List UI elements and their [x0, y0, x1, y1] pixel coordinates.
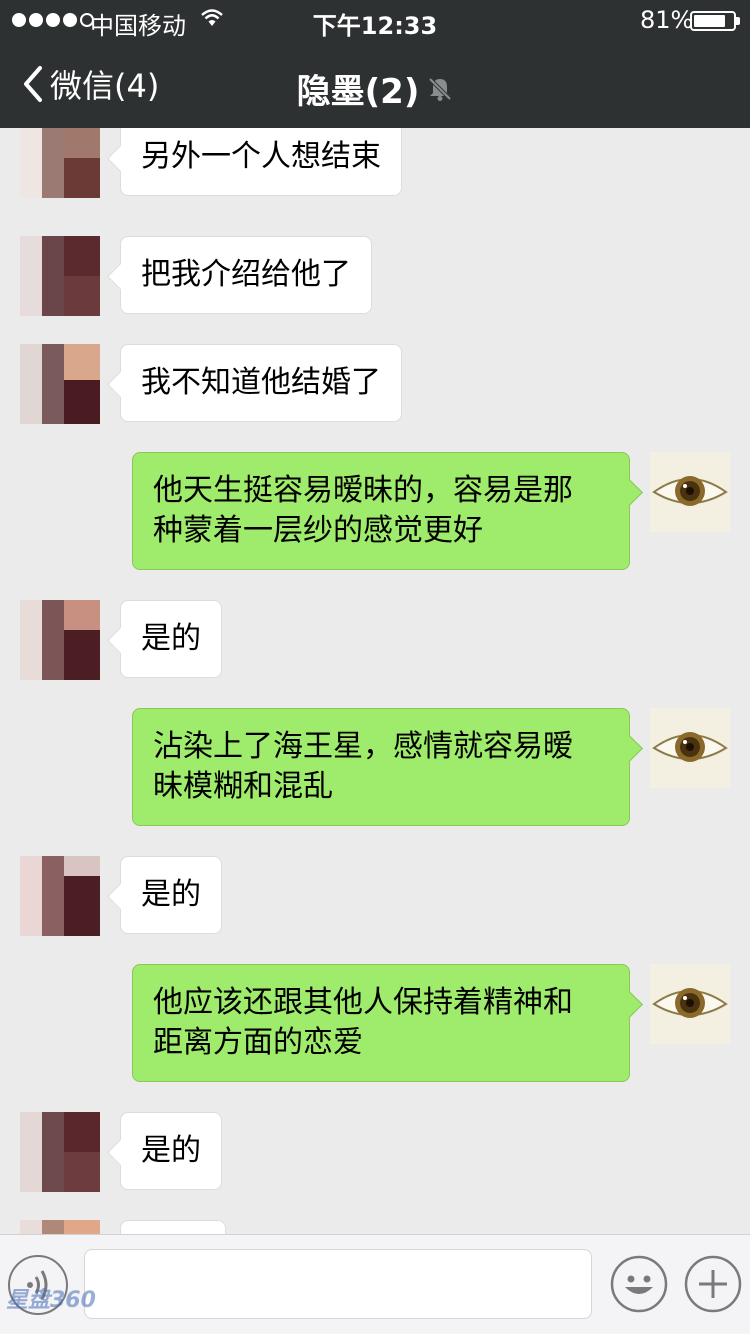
- top-bar: 中国移动 下午12:33 81% 微信(4) 隐墨(2): [0, 0, 750, 128]
- contact-avatar[interactable]: [20, 600, 100, 680]
- chat-title-text: 隐墨(2): [296, 72, 420, 112]
- eye-avatar-icon: [650, 452, 730, 532]
- message-text-line: 他天生挺容易暧昧的，容易是那: [153, 473, 573, 508]
- chat-title: 隐墨(2): [0, 64, 750, 113]
- eye-avatar-icon: [650, 964, 730, 1044]
- contact-avatar[interactable]: [20, 236, 100, 316]
- message-text-line: 昧模糊和混乱: [153, 769, 333, 804]
- message-bubble-incoming[interactable]: 另外一个人想结束: [120, 128, 402, 196]
- nav-bar: 微信(4) 隐墨(2): [0, 40, 750, 128]
- contact-avatar[interactable]: [20, 128, 100, 198]
- message-bubble-incoming[interactable]: 是的: [120, 1112, 222, 1190]
- message-text: 把我介绍给他了: [141, 257, 351, 292]
- message-bubble-incoming[interactable]: [120, 1220, 226, 1234]
- user-avatar[interactable]: [650, 452, 730, 532]
- status-bar: 中国移动 下午12:33 81%: [0, 0, 750, 40]
- message-bubble-outgoing[interactable]: 他应该还跟其他人保持着精神和 距离方面的恋爱: [132, 964, 630, 1082]
- message-bubble-incoming[interactable]: 是的: [120, 600, 222, 678]
- message-text: 我不知道他结婚了: [141, 365, 381, 400]
- message-text-line: 距离方面的恋爱: [153, 1025, 363, 1060]
- eye-avatar-icon: [650, 708, 730, 788]
- emoji-icon[interactable]: [610, 1255, 668, 1313]
- message-bubble-outgoing[interactable]: 他天生挺容易暧昧的，容易是那 种蒙着一层纱的感觉更好: [132, 452, 630, 570]
- plus-icon[interactable]: [684, 1255, 742, 1313]
- contact-avatar[interactable]: [20, 344, 100, 424]
- user-avatar[interactable]: [650, 708, 730, 788]
- message-text-line: 种蒙着一层纱的感觉更好: [153, 513, 483, 548]
- message-text-line: 他应该还跟其他人保持着精神和: [153, 985, 573, 1020]
- message-text: 是的: [141, 621, 201, 656]
- battery-icon: [690, 11, 736, 31]
- chat-area[interactable]: 另外一个人想结束 把我介绍给他了 我不知道他结婚了 他天生挺容易暧昧的，容易是那: [0, 128, 750, 1234]
- contact-avatar[interactable]: [20, 1112, 100, 1192]
- message-bubble-incoming[interactable]: 把我介绍给他了: [120, 236, 372, 314]
- status-time: 下午12:33: [312, 12, 438, 40]
- message-text: 是的: [141, 1133, 201, 1168]
- battery-cap: [736, 17, 740, 25]
- muted-bell-icon: [428, 77, 452, 101]
- battery-percentage: 81%: [640, 6, 694, 34]
- message-text: 是的: [141, 877, 201, 912]
- input-bar: [0, 1234, 750, 1334]
- watermark-logo: 星盘360: [6, 1288, 96, 1313]
- battery-fill: [694, 15, 725, 27]
- message-bubble-incoming[interactable]: 我不知道他结婚了: [120, 344, 402, 422]
- contact-avatar[interactable]: [20, 856, 100, 936]
- message-text-line: 沾染上了海王星，感情就容易暧: [153, 729, 573, 764]
- user-avatar[interactable]: [650, 964, 730, 1044]
- message-bubble-outgoing[interactable]: 沾染上了海王星，感情就容易暧 昧模糊和混乱: [132, 708, 630, 826]
- message-input[interactable]: [84, 1249, 592, 1319]
- message-bubble-incoming[interactable]: 是的: [120, 856, 222, 934]
- message-text: 另外一个人想结束: [141, 139, 381, 174]
- contact-avatar[interactable]: [20, 1220, 100, 1234]
